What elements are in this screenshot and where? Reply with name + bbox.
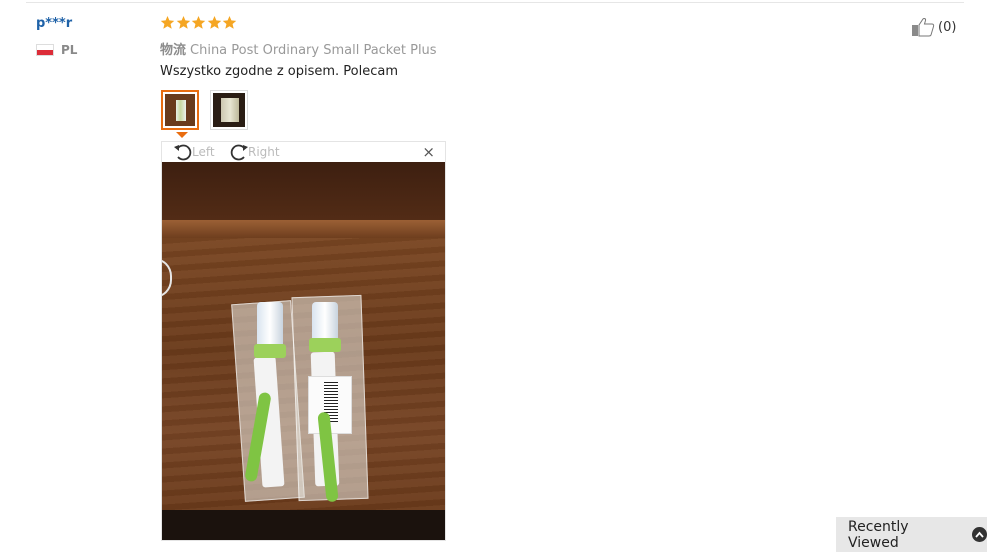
- thumbs-up-icon: [912, 18, 935, 37]
- rotate-left-icon: [174, 144, 192, 161]
- rotate-right-label: Right: [248, 145, 280, 159]
- review-photo-large: [162, 162, 445, 540]
- star-icon: [207, 15, 221, 29]
- star-icon: [222, 15, 237, 29]
- divider: [26, 2, 964, 3]
- star-icon: [176, 15, 190, 29]
- star-icon: [191, 15, 206, 29]
- recently-viewed-label: Recently Viewed: [848, 518, 909, 551]
- active-thumbnail-caret: [176, 132, 188, 138]
- country-code: PL: [61, 43, 78, 57]
- reviewer-name[interactable]: p***r: [36, 16, 72, 31]
- logistics-value: China Post Ordinary Small Packet Plus: [190, 43, 437, 58]
- flag-poland-icon: [36, 44, 54, 56]
- reviewer-country: PL: [36, 43, 77, 57]
- logistics-info: 物流 China Post Ordinary Small Packet Plus: [160, 39, 437, 58]
- photo-viewer: Left Right ×: [161, 141, 446, 541]
- review-photo-thumbnail[interactable]: [210, 90, 248, 130]
- rotate-left-label: Left: [192, 145, 215, 159]
- close-icon[interactable]: ×: [422, 144, 435, 160]
- viewer-toolbar: Left Right ×: [162, 142, 445, 162]
- review-photo-thumbnail[interactable]: [161, 90, 199, 130]
- thumbnail-image: [165, 94, 195, 126]
- recently-viewed-toggle[interactable]: Recently Viewed: [836, 517, 987, 552]
- rotate-right-button[interactable]: Right: [228, 142, 280, 162]
- rotate-right-icon: [230, 144, 248, 161]
- logistics-label: 物流: [160, 43, 187, 58]
- feedback-page: p***r PL 物流 China Post Ordinary Small Pac…: [0, 0, 987, 552]
- star-icon: [160, 15, 175, 29]
- thumbnail-image: [213, 93, 245, 127]
- review-text: Wszystko zgodne z opisem. Polecam: [160, 64, 399, 79]
- like-count: (0): [938, 19, 957, 35]
- helpful-like-button[interactable]: (0): [911, 17, 956, 37]
- star-rating: [160, 15, 238, 30]
- rotate-left-button[interactable]: Left: [172, 142, 215, 162]
- chevron-up-icon: [972, 527, 987, 542]
